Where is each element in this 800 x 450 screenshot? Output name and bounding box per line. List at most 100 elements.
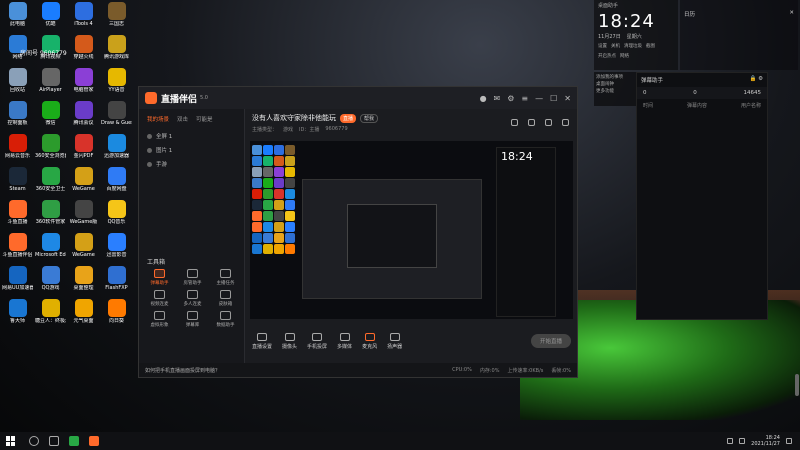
desktop-icon[interactable]: 360安全浏览器 [35,134,66,165]
tool-item[interactable]: 皮肤箱 [209,290,242,307]
desktop-icon[interactable]: 360安全卫士 [35,167,66,198]
lock-icon[interactable] [528,119,535,126]
desktop-icon[interactable]: 网易UU加速器 [2,266,33,297]
desktop-icon[interactable]: AirPlayer [35,68,66,99]
desktop-icon[interactable]: Steam [2,167,33,198]
desktop-icon[interactable]: iTools 4 [68,2,99,33]
desktop-icon[interactable]: WeGame [68,167,99,198]
tool-item[interactable]: 数据助手 [209,311,242,328]
avatar[interactable]: ● [480,94,487,103]
stream-preview[interactable]: 18:24 [250,141,573,319]
bottom-bar-item[interactable]: 多媒体 [337,332,352,350]
tab-2[interactable]: 双击 [177,115,188,123]
tool-item[interactable]: 多人连麦 [176,290,209,307]
tool-item[interactable]: 视频连麦 [143,290,176,307]
desktop-icon[interactable]: 向日葵 [101,299,132,330]
menu-icon[interactable]: ≡ [521,94,528,103]
tool-item[interactable]: 房管助手 [176,269,209,286]
clock-menu-item[interactable]: 更多功能 [596,88,634,95]
clock-menu-item[interactable]: 桌面闹钟 [596,81,634,88]
bottom-bar-item[interactable]: 麦克风 [362,332,377,350]
clock-action[interactable]: 网络 [620,53,629,59]
network-icon[interactable] [727,438,734,444]
gift-icon[interactable] [545,119,552,126]
tool-item[interactable]: 弹幕助手 [143,269,176,286]
scrollbar[interactable] [795,374,799,396]
desktop-icon[interactable]: 回收站 [2,68,33,99]
eye-icon[interactable] [147,147,152,153]
clock-action[interactable]: 设置 [598,43,607,49]
clock-action[interactable]: 关机 [611,43,620,49]
desktop-icon[interactable]: 微信 [35,101,66,132]
pin-icon[interactable]: 🔒 ⚙ [749,76,763,84]
desktop-icon[interactable]: 穿越火线 [68,35,99,66]
desktop-icon[interactable]: 百度网盘 [101,167,132,198]
room-title[interactable]: 没有人喜欢守家除非他能玩 [252,113,336,123]
desktop-icon[interactable]: 360软件管家 [35,200,66,231]
tool-item[interactable]: 主播任务 [209,269,242,286]
desktop-icon[interactable]: Microsoft Edge [35,233,66,264]
bell-icon[interactable] [562,119,569,126]
desktop-icon[interactable]: 电脑管家 [68,68,99,99]
desktop-icon[interactable]: 金闪PDF [68,134,99,165]
help-tip[interactable]: 如何把手机直播画面投屏到电脑？ [145,367,220,374]
search-icon[interactable] [29,436,39,446]
clock-action[interactable]: 开启热点 [598,53,616,59]
desktop-icon[interactable]: QQ游戏 [35,266,66,297]
bottom-bar-item[interactable]: 直播设置 [252,332,272,350]
desktop-icon[interactable]: 迅游加速器 [101,134,132,165]
task-view-icon[interactable] [49,436,59,446]
desktop-icon[interactable]: 三国志 [101,2,132,33]
clock-action[interactable]: 截图 [646,43,655,49]
scene-item[interactable]: 图片 1 [139,143,244,157]
desktop-icon[interactable]: WeGame [68,233,99,264]
message-icon[interactable]: ✉ [494,94,501,103]
start-button[interactable] [6,436,16,446]
taskbar-app-icon[interactable] [89,436,99,446]
close-icon[interactable]: ✕ [564,94,571,103]
volume-icon[interactable] [739,438,746,444]
eye-icon[interactable] [147,161,152,167]
eye-icon[interactable] [147,133,152,139]
bottom-bar-item[interactable]: 手机投屏 [307,332,327,350]
desktop-icon[interactable]: 桌面整理 [68,266,99,297]
desktop-icon[interactable]: 优酷 [35,2,66,33]
clock-menu-item[interactable]: 添加我的事项 [596,74,634,81]
scene-item[interactable]: 手游 [139,157,244,171]
bottom-bar-item[interactable]: 摄像头 [282,332,297,350]
tab-scenes[interactable]: 我的场景 [147,115,169,123]
desktop-icon[interactable]: 元气桌面 [68,299,99,330]
desktop-icon[interactable]: FlashFXP [101,266,132,297]
taskbar-clock[interactable]: 18:24 2021/11/27 [751,435,780,447]
bottom-bar-item[interactable]: 扬声器 [387,332,402,350]
taskbar-app-icon[interactable] [69,436,79,446]
desktop-icon[interactable]: Draw & Guess [101,101,132,132]
desktop-icon[interactable]: YY语音 [101,68,132,99]
settings-icon[interactable]: ⚙ [507,94,514,103]
desktop-icon[interactable]: 斗鱼直播伴侣 [2,233,33,264]
desktop-icon[interactable]: 斗鱼直播 [2,200,33,231]
scene-item[interactable]: 全屏 1 [139,129,244,143]
desktop-icon[interactable]: WeGame版 [68,200,99,231]
window-titlebar[interactable]: 直播伴侣 5.0 ● ✉ ⚙ ≡ — ☐ ✕ [139,87,577,109]
tool-item[interactable]: 弹幕库 [176,311,209,328]
tool-item[interactable]: 虚拟形象 [143,311,176,328]
share-icon[interactable] [511,119,518,126]
desktop-icon[interactable]: 控制面板 [2,101,33,132]
desktop-icon[interactable]: 腾讯游戏库 [101,35,132,66]
desktop-icon[interactable]: 迅雷影音 [101,233,132,264]
desktop-icon[interactable]: 鲁大师 [2,299,33,330]
maximize-icon[interactable]: ☐ [550,94,557,103]
minimize-icon[interactable]: — [535,94,543,103]
notification-icon[interactable] [786,438,792,444]
desktop-icon[interactable]: 网易云音乐 [2,134,33,165]
clock-action[interactable]: 清理垃圾 [624,43,642,49]
tab-3[interactable]: 可能是 [196,115,213,123]
go-live-button[interactable]: 开始直播 [531,334,571,348]
desktop-icon[interactable]: 腾讯会议 [68,101,99,132]
desktop-icon[interactable]: 此电脑 [2,2,33,33]
desktop-icon[interactable]: QQ音乐 [101,200,132,231]
desktop-icon[interactable]: 糖豆人：终极淘汰赛 [35,299,66,330]
close-icon[interactable]: ✕ [789,10,794,18]
room-badge-secondary[interactable]: 帮我 [360,113,379,123]
